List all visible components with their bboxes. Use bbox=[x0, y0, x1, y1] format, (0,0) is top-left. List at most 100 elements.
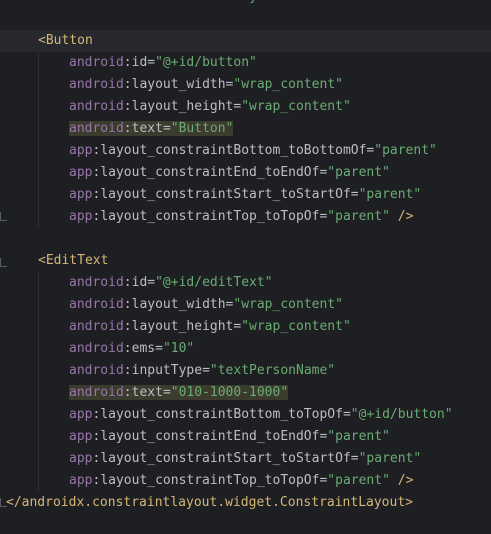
namespace-separator: : bbox=[123, 363, 132, 378]
attribute-value: "@+id/button" bbox=[350, 407, 453, 422]
tag-name: </androidx.constraintlayout.widget.Const… bbox=[6, 495, 413, 510]
attribute-namespace: app bbox=[69, 451, 93, 466]
attribute-pair: android:id="@+id/button" bbox=[69, 55, 257, 70]
attribute-line: android:layout_width="wrap_content" bbox=[69, 74, 343, 96]
code-line[interactable]: android:text="010-1000-1000" bbox=[0, 382, 491, 404]
attribute-name: id bbox=[131, 55, 148, 70]
code-line[interactable] bbox=[0, 8, 491, 30]
tag-open: <Button bbox=[38, 30, 93, 52]
attribute-name: layout_constraintTop_toTopOf bbox=[100, 209, 320, 224]
attribute-pair: android:text="Button" bbox=[69, 121, 234, 136]
code-line[interactable]: android:text="Button" bbox=[0, 118, 491, 140]
attribute-line: android:id="@+id/editText" bbox=[69, 272, 273, 294]
attribute-value: "010-1000-1000" bbox=[170, 385, 289, 400]
code-line[interactable]: android:layout_height="wrap_content" bbox=[0, 316, 491, 338]
attribute-namespace: android bbox=[69, 297, 124, 312]
attribute-value: "wrap_content" bbox=[233, 297, 343, 312]
attribute-name: layout_height bbox=[131, 99, 234, 114]
attribute-line: tools:context=".MainActivity"> bbox=[38, 0, 273, 8]
attribute-pair: android:layout_width="wrap_content" bbox=[69, 297, 343, 312]
attribute-line: app:layout_constraintEnd_toEndOf="parent… bbox=[69, 162, 390, 184]
code-line[interactable]: app:layout_constraintStart_toStartOf="pa… bbox=[0, 184, 491, 206]
code-line[interactable]: </androidx.constraintlayout.widget.Const… bbox=[0, 492, 491, 514]
equals-sign: = bbox=[162, 121, 171, 136]
attribute-value: "wrap_content" bbox=[233, 77, 343, 92]
attribute-name: layout_constraintBottom_toTopOf bbox=[100, 407, 343, 422]
attribute-name: layout_constraintStart_toStartOf bbox=[100, 451, 351, 466]
attribute-name: ems bbox=[131, 341, 156, 356]
attribute-value: "@+id/button" bbox=[155, 55, 257, 70]
attribute-name: layout_constraintBottom_toBottomOf bbox=[100, 143, 367, 158]
attribute-pair: app:layout_constraintBottom_toBottomOf="… bbox=[69, 143, 437, 158]
attribute-pair: app:layout_constraintStart_toStartOf="pa… bbox=[69, 187, 421, 202]
attribute-namespace: android bbox=[69, 319, 124, 334]
namespace-separator: : bbox=[123, 77, 132, 92]
attribute-value: "parent" bbox=[358, 187, 422, 202]
namespace-separator: : bbox=[123, 55, 132, 70]
code-line[interactable]: android:id="@+id/editText" bbox=[0, 272, 491, 294]
attribute-namespace: android bbox=[69, 99, 124, 114]
code-line[interactable]: app:layout_constraintBottom_toBottomOf="… bbox=[0, 140, 491, 162]
attribute-namespace: app bbox=[69, 429, 93, 444]
code-line[interactable]: android:layout_width="wrap_content" bbox=[0, 294, 491, 316]
equals-sign: = bbox=[162, 385, 171, 400]
code-line[interactable]: app:layout_constraintEnd_toEndOf="parent… bbox=[0, 162, 491, 184]
attribute-value: "parent" bbox=[327, 429, 390, 444]
attribute-namespace: app bbox=[69, 165, 93, 180]
equals-sign: = bbox=[140, 0, 148, 4]
attribute-name: inputType bbox=[131, 363, 203, 378]
attribute-value: "textPersonName" bbox=[209, 363, 336, 378]
equals-sign: = bbox=[342, 407, 351, 422]
attribute-name: layout_constraintEnd_toEndOf bbox=[100, 429, 320, 444]
code-line[interactable]: android:ems="10" bbox=[0, 338, 491, 360]
attribute-namespace: app bbox=[69, 143, 93, 158]
tag-end: /> bbox=[389, 473, 414, 488]
attribute-line: android:layout_height="wrap_content" bbox=[69, 96, 351, 118]
attribute-line: android:inputType="textPersonName" bbox=[69, 360, 335, 382]
attribute-namespace: android bbox=[69, 385, 124, 400]
tag-name: <Button bbox=[38, 33, 93, 48]
attribute-line: app:layout_constraintEnd_toEndOf="parent… bbox=[69, 426, 390, 448]
code-line[interactable]: app:layout_constraintBottom_toTopOf="@+i… bbox=[0, 404, 491, 426]
attribute-line: android:id="@+id/button" bbox=[69, 52, 257, 74]
attribute-pair: app:layout_constraintTop_toTopOf="parent… bbox=[69, 473, 390, 488]
code-line[interactable]: <Button bbox=[0, 30, 491, 52]
code-line[interactable]: android:id="@+id/button" bbox=[0, 52, 491, 74]
attribute-line: app:layout_constraintTop_toTopOf="parent… bbox=[69, 206, 413, 228]
attribute-value: "parent" bbox=[327, 473, 390, 488]
attribute-pair: app:layout_constraintBottom_toTopOf="@+i… bbox=[69, 407, 453, 422]
attribute-value: "wrap_content" bbox=[241, 99, 351, 114]
attribute-line: android:text="010-1000-1000" bbox=[69, 382, 289, 404]
attribute-namespace: android bbox=[69, 121, 124, 136]
attribute-value: "Button" bbox=[170, 121, 234, 136]
tag-close: </androidx.constraintlayout.widget.Const… bbox=[6, 492, 413, 514]
code-line[interactable]: app:layout_constraintTop_toTopOf="parent… bbox=[0, 470, 491, 492]
code-line[interactable]: app:layout_constraintStart_toStartOf="pa… bbox=[0, 448, 491, 470]
code-line[interactable]: android:layout_width="wrap_content" bbox=[0, 74, 491, 96]
attribute-name: id bbox=[131, 275, 148, 290]
attribute-pair: android:layout_height="wrap_content" bbox=[69, 319, 351, 334]
attribute-namespace: tools bbox=[38, 0, 77, 4]
code-line[interactable]: app:layout_constraintEnd_toEndOf="parent… bbox=[0, 426, 491, 448]
code-line[interactable] bbox=[0, 228, 491, 250]
namespace-separator: : bbox=[123, 341, 132, 356]
code-line[interactable]: android:layout_height="wrap_content" bbox=[0, 96, 491, 118]
attribute-line: app:layout_constraintStart_toStartOf="pa… bbox=[69, 448, 421, 470]
attribute-pair: android:layout_width="wrap_content" bbox=[69, 77, 343, 92]
code-line[interactable]: tools:context=".MainActivity"> bbox=[0, 0, 491, 8]
equals-sign: = bbox=[155, 341, 163, 356]
attribute-line: app:layout_constraintBottom_toBottomOf="… bbox=[69, 140, 437, 162]
attribute-line: android:layout_width="wrap_content" bbox=[69, 294, 343, 316]
attribute-pair: app:layout_constraintTop_toTopOf="parent… bbox=[69, 209, 390, 224]
tag-open: <EditText bbox=[38, 250, 108, 272]
code-line[interactable]: app:layout_constraintTop_toTopOf="parent… bbox=[0, 206, 491, 228]
attribute-value: "10" bbox=[162, 341, 195, 356]
code-line[interactable]: android:inputType="textPersonName" bbox=[0, 360, 491, 382]
namespace-separator: : bbox=[123, 99, 132, 114]
attribute-line: app:layout_constraintStart_toStartOf="pa… bbox=[69, 184, 421, 206]
code-line[interactable]: <EditText bbox=[0, 250, 491, 272]
code-editor[interactable]: tools:context=".MainActivity"> <Button and… bbox=[0, 0, 491, 534]
attribute-namespace: app bbox=[69, 187, 93, 202]
attribute-value: "wrap_content" bbox=[241, 319, 351, 334]
attribute-line: app:layout_constraintBottom_toTopOf="@+i… bbox=[69, 404, 453, 426]
